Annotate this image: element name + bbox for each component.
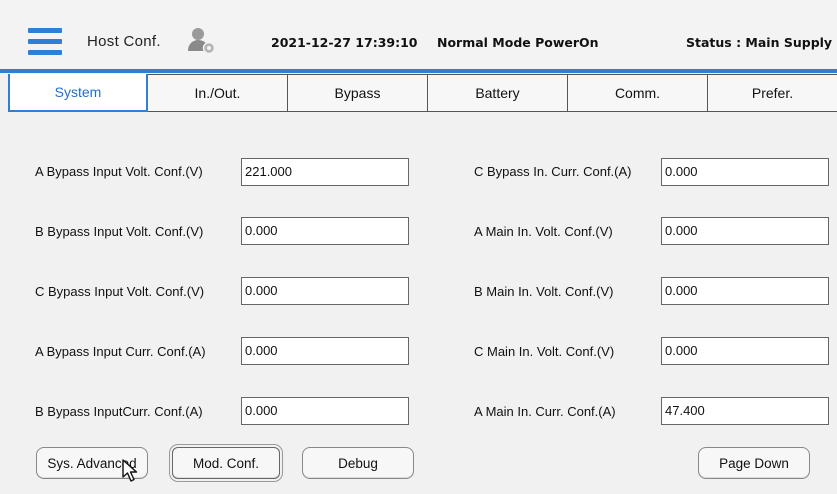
mouse-pointer-icon: [122, 459, 142, 483]
field-label: B Bypass Input Volt. Conf.(V): [35, 224, 204, 239]
field-input[interactable]: 0.000: [661, 217, 829, 245]
field-input[interactable]: 0.000: [241, 397, 409, 425]
page-title: Host Conf.: [87, 33, 161, 50]
user-settings-icon[interactable]: [186, 25, 216, 55]
hamburger-menu-icon[interactable]: [28, 28, 62, 56]
field-label: A Bypass Input Volt. Conf.(V): [35, 164, 203, 179]
tab-bypass[interactable]: Bypass: [288, 74, 428, 112]
field-label: B Bypass InputCurr. Conf.(A): [35, 404, 203, 419]
field-label: C Main In. Volt. Conf.(V): [474, 344, 615, 359]
datetime-display: 2021-12-27 17:39:10: [271, 35, 418, 50]
field-input[interactable]: 0.000: [661, 158, 829, 186]
field-input[interactable]: 0.000: [241, 217, 409, 245]
tab-system[interactable]: System: [8, 74, 148, 112]
field-input[interactable]: 221.000: [241, 158, 409, 186]
mode-display: Normal Mode PowerOn: [437, 35, 599, 50]
tab-prefer[interactable]: Prefer.: [708, 74, 837, 112]
header-bar: Host Conf. 2021-12-27 17:39:10 Normal Mo…: [0, 0, 837, 68]
tab-comm[interactable]: Comm.: [568, 74, 708, 112]
field-label: B Main In. Volt. Conf.(V): [474, 284, 614, 299]
field-input[interactable]: 0.000: [241, 277, 409, 305]
field-input[interactable]: 0.000: [661, 277, 829, 305]
status-display: Status : Main Supply: [686, 35, 833, 50]
page-down-button[interactable]: Page Down: [698, 447, 810, 479]
tab-bar: System In./Out. Bypass Battery Comm. Pre…: [8, 74, 837, 114]
field-label: A Main In. Volt. Conf.(V): [474, 224, 613, 239]
field-input[interactable]: 47.400: [661, 397, 829, 425]
field-label: A Main In. Curr. Conf.(A): [474, 404, 616, 419]
field-label: C Bypass In. Curr. Conf.(A): [474, 164, 632, 179]
field-input[interactable]: 0.000: [241, 337, 409, 365]
header-divider: [0, 69, 837, 73]
field-input[interactable]: 0.000: [661, 337, 829, 365]
field-label: C Bypass Input Volt. Conf.(V): [35, 284, 205, 299]
debug-button[interactable]: Debug: [302, 447, 414, 479]
tab-in-out[interactable]: In./Out.: [148, 74, 288, 112]
mod-conf-button[interactable]: Mod. Conf.: [169, 444, 283, 482]
field-label: A Bypass Input Curr. Conf.(A): [35, 344, 206, 359]
tab-battery[interactable]: Battery: [428, 74, 568, 112]
